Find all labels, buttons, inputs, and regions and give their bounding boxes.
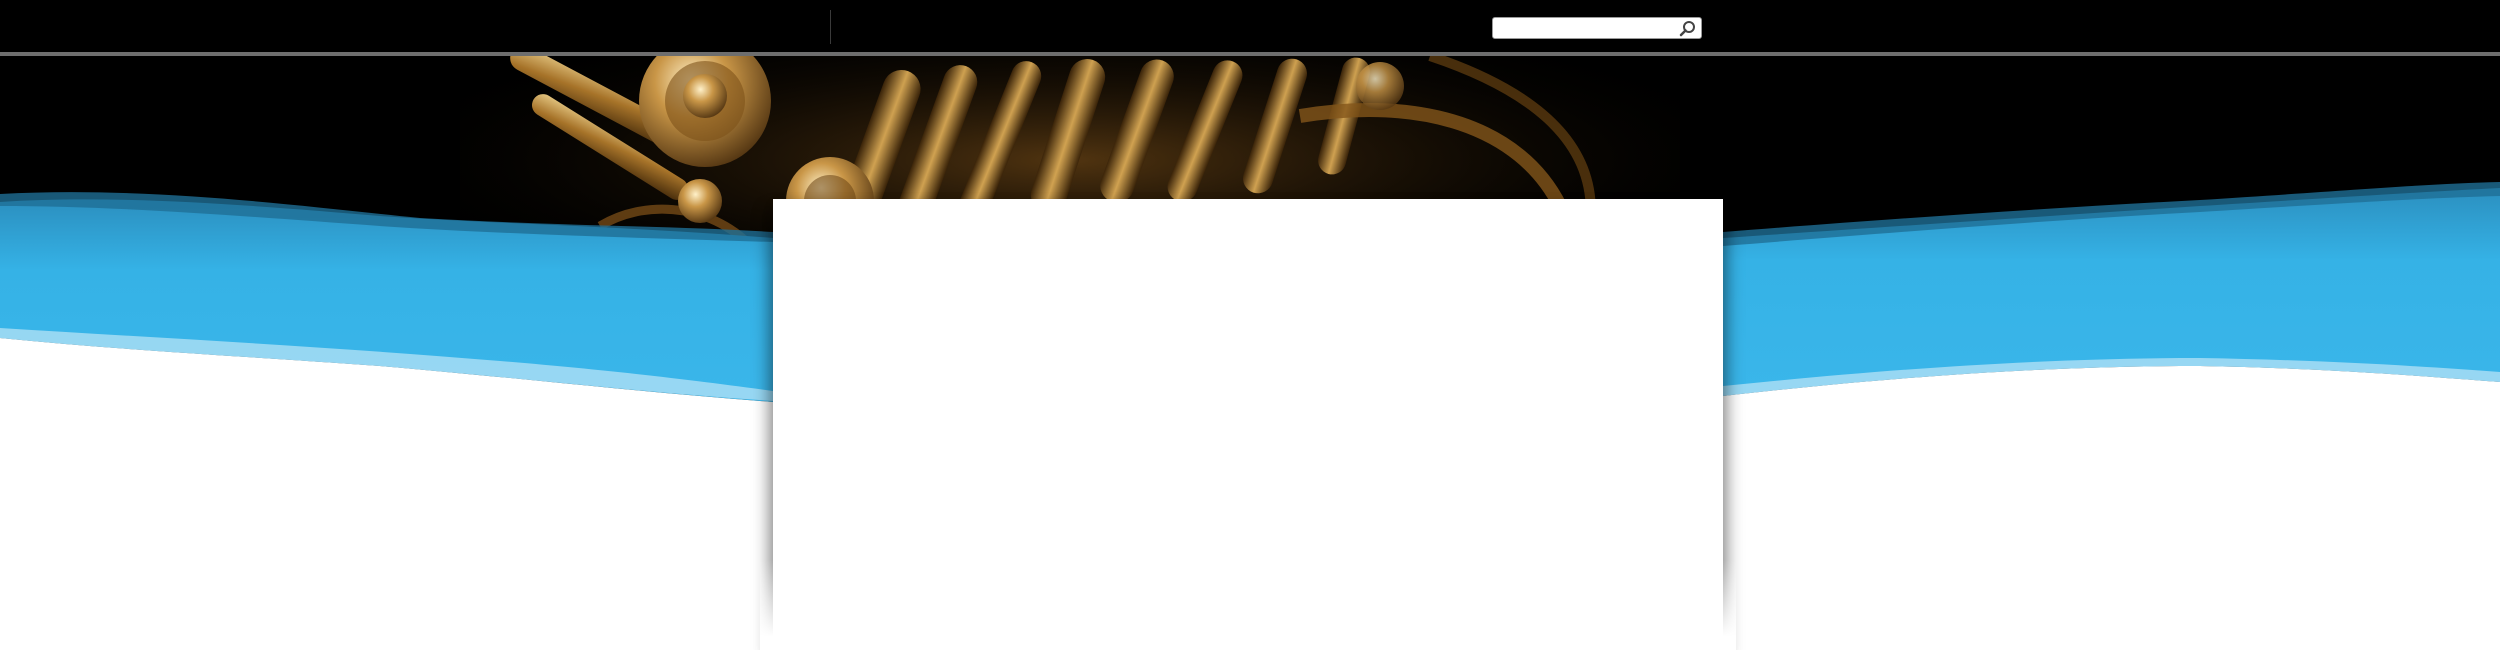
search-box[interactable] <box>1492 17 1702 39</box>
search-icon[interactable] <box>1679 20 1697 37</box>
top-navigation-bar <box>0 0 2500 56</box>
nav-divider <box>830 10 831 44</box>
content-fade <box>760 560 1736 650</box>
search-input[interactable] <box>1497 19 1669 37</box>
